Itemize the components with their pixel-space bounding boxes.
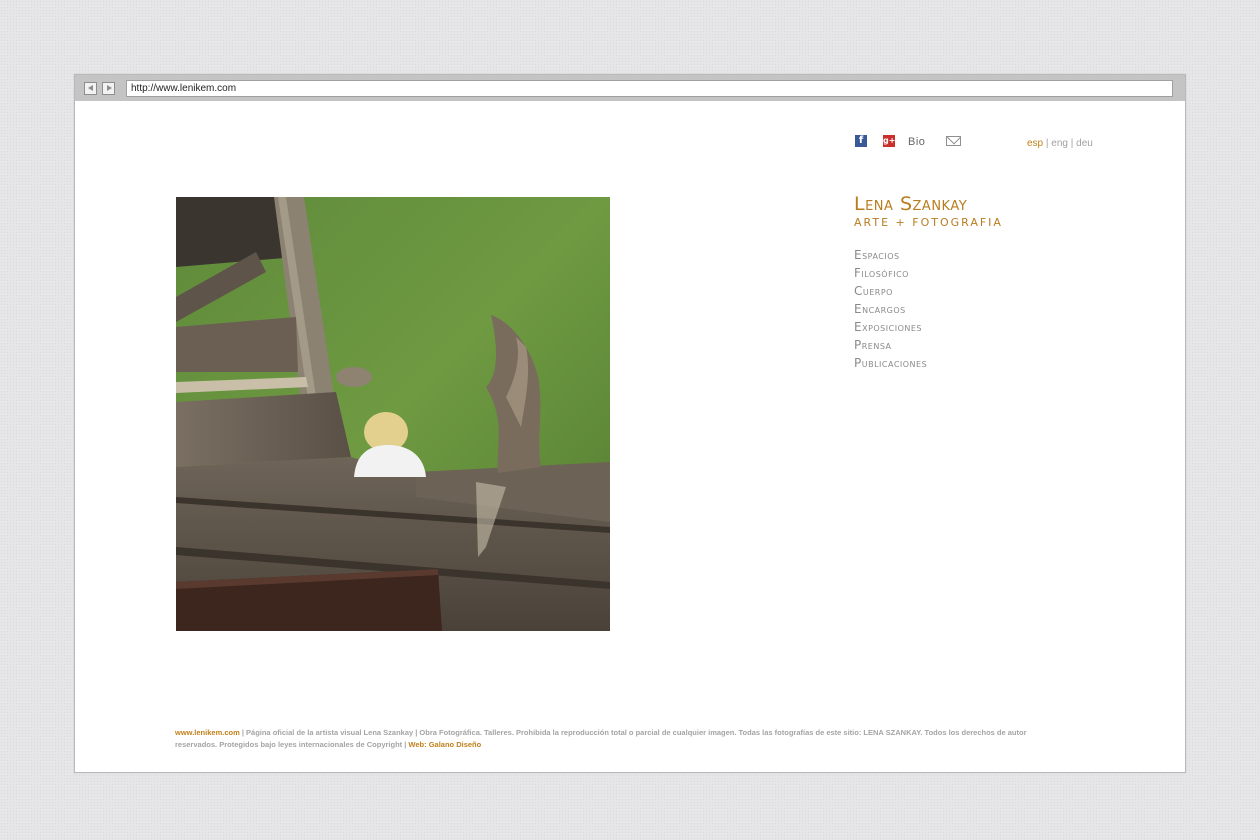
brand-name[interactable]: Lena Szankay <box>854 193 1003 215</box>
featured-photograph <box>176 197 610 631</box>
mail-icon[interactable] <box>946 136 961 146</box>
menu-item-filosofico[interactable]: Filosófico <box>854 264 927 282</box>
browser-window: http://www.lenikem.com f g+ Bio esp | en… <box>74 74 1186 773</box>
address-bar[interactable]: http://www.lenikem.com <box>126 80 1173 97</box>
menu-item-cuerpo[interactable]: Cuerpo <box>854 282 927 300</box>
language-deu[interactable]: deu <box>1076 138 1093 149</box>
footer-design-credit[interactable]: Web: Galano Diseño <box>408 740 481 749</box>
forward-arrow-icon <box>107 85 112 91</box>
forward-button[interactable] <box>102 82 115 95</box>
menu-item-prensa[interactable]: Prensa <box>854 336 927 354</box>
footer-site-link[interactable]: www.lenikem.com <box>175 728 240 737</box>
language-eng[interactable]: eng <box>1051 138 1068 149</box>
top-links: f g+ Bio esp | eng | deu <box>855 134 1115 152</box>
browser-toolbar: http://www.lenikem.com <box>75 75 1185 101</box>
language-esp[interactable]: esp <box>1027 138 1043 149</box>
brand: Lena Szankay ARTE + FOTOGRAFIA <box>854 193 1003 230</box>
menu-item-publicaciones[interactable]: Publicaciones <box>854 354 927 372</box>
photo-illustration <box>176 197 610 631</box>
bio-link[interactable]: Bio <box>908 136 925 148</box>
language-switcher: esp | eng | deu <box>1027 138 1093 149</box>
footer-text: | Página oficial de la artista visual Le… <box>175 728 1027 749</box>
google-plus-icon[interactable]: g+ <box>883 135 895 147</box>
menu-item-espacios[interactable]: Espacios <box>854 246 927 264</box>
footer: www.lenikem.com | Página oficial de la a… <box>175 727 1065 751</box>
brand-tagline: ARTE + FOTOGRAFIA <box>854 216 1003 229</box>
back-arrow-icon <box>88 85 93 91</box>
menu-item-exposiciones[interactable]: Exposiciones <box>854 318 927 336</box>
back-button[interactable] <box>84 82 97 95</box>
main-menu: Espacios Filosófico Cuerpo Encargos Expo… <box>854 246 927 372</box>
menu-item-encargos[interactable]: Encargos <box>854 300 927 318</box>
facebook-icon[interactable]: f <box>855 135 867 147</box>
